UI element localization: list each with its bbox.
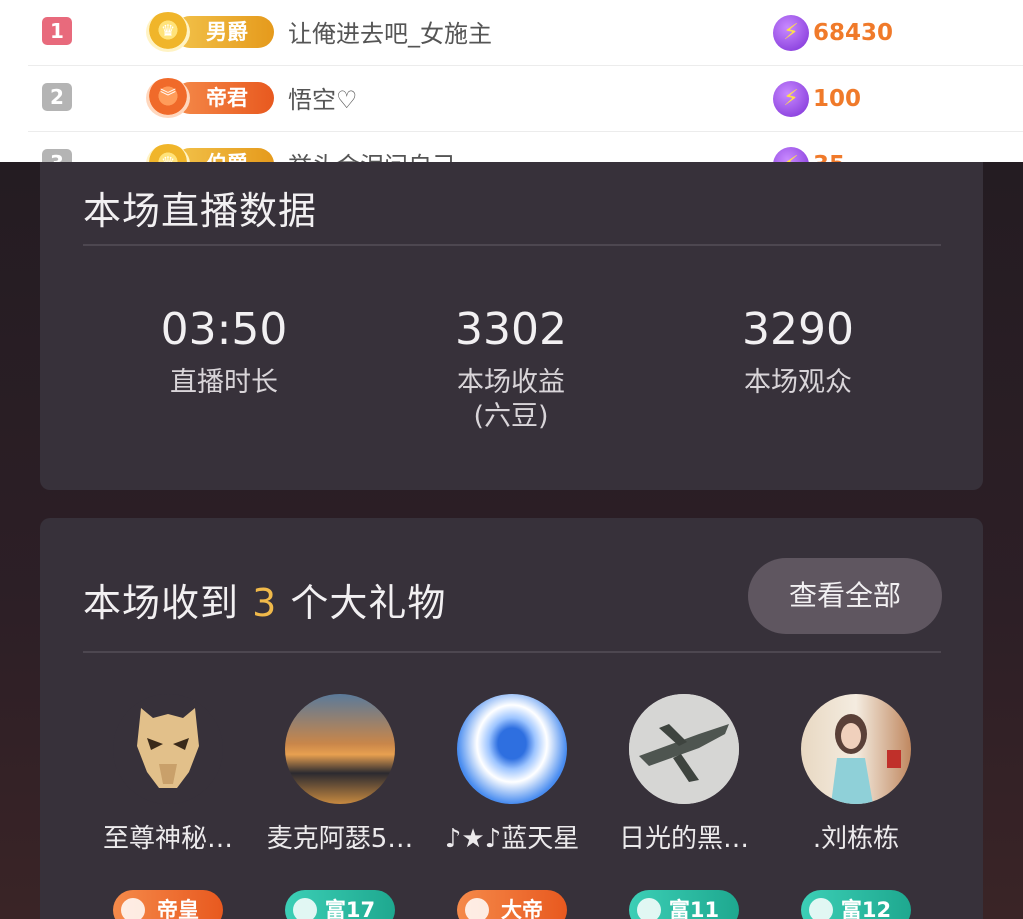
sunset-avatar [285, 694, 395, 804]
lightning-icon: ⚡ [773, 15, 809, 51]
user-name: 举头会泪问自己 [288, 146, 456, 162]
level-badge-label: 富12 [840, 898, 892, 919]
divider [83, 651, 941, 653]
rank-number: 3 [42, 149, 72, 162]
ranking-row[interactable]: 2 帝君 ︾ 悟空♡ ⚡ 100 [28, 66, 1023, 132]
gifts-title: 本场收到 3 个大礼物 [83, 572, 446, 627]
live-stats-card: 本场直播数据 03:50 直播时长 3302 本场收益 (六豆) 3290 本场… [40, 162, 983, 490]
view-all-button[interactable]: 查看全部 [748, 558, 942, 634]
ranking-list: 1 男爵 ♛ 让俺进去吧_女施主 ⚡ 68430 2 帝君 ︾ 悟空♡ ⚡ 10… [0, 0, 1023, 162]
noble-badge: 男爵 ♛ [146, 12, 274, 52]
gift-user[interactable]: .刘栋栋 [771, 694, 941, 855]
score: ⚡ 35 [773, 145, 845, 162]
level-badge: 富12 [801, 890, 911, 919]
stat-unit: (六豆) [473, 401, 549, 432]
stat-value: 03:50 [160, 304, 288, 355]
rank-number: 2 [42, 83, 72, 111]
score-value: 68430 [813, 20, 894, 46]
level-badge-label: 帝皇 [157, 898, 199, 919]
stat-income: 3302 本场收益 (六豆) [391, 302, 631, 434]
stat-label: 本场观众 [744, 367, 852, 398]
level-badge: 大帝 [457, 890, 567, 919]
gift-user[interactable]: ♪★♪蓝天星 [427, 694, 597, 855]
mask-avatar [113, 694, 223, 804]
gift-user-name: ♪★♪蓝天星 [444, 824, 580, 854]
gift-user-name: 至尊神秘… [102, 824, 233, 854]
rank-number: 1 [42, 17, 72, 45]
stat-value: 3302 [455, 304, 567, 355]
score: ⚡ 68430 [773, 13, 893, 53]
stat-label: 直播时长 [170, 367, 278, 398]
gift-user[interactable]: 至尊神秘… [83, 694, 253, 855]
chevron-emblem-icon: ︾ [146, 78, 190, 118]
blue-swirl-avatar [457, 694, 567, 804]
user-name: 让俺进去吧_女施主 [288, 20, 492, 48]
divider [83, 244, 941, 246]
ranking-row[interactable]: 3 伯爵 ♛ 举头会泪问自己 ⚡ 35 [28, 132, 1023, 162]
level-badge: 富11 [629, 890, 739, 919]
level-badge: 帝皇 [113, 890, 223, 919]
gift-count: 3 [252, 581, 278, 625]
lightning-icon: ⚡ [773, 147, 809, 162]
level-badge: 富17 [285, 890, 395, 919]
crown-emblem-icon: ♛ [146, 12, 190, 52]
girl-avatar [801, 694, 911, 804]
level-badge-label: 富17 [324, 898, 376, 919]
noble-badge: 帝君 ︾ [146, 78, 274, 118]
ranking-row[interactable]: 1 男爵 ♛ 让俺进去吧_女施主 ⚡ 68430 [28, 0, 1023, 66]
score-value: 100 [813, 86, 862, 112]
plane-avatar [629, 694, 739, 804]
lightning-icon: ⚡ [773, 81, 809, 117]
gift-user[interactable]: 麦克阿瑟5… [255, 694, 425, 855]
stat-value: 3290 [742, 304, 854, 355]
gift-user-name: 麦克阿瑟5… [266, 824, 414, 854]
gift-user[interactable]: 日光的黑… [599, 694, 769, 855]
user-name: 悟空♡ [288, 86, 358, 114]
gifts-title-prefix: 本场收到 [83, 581, 240, 625]
big-gifts-card: 本场收到 3 个大礼物 查看全部 至尊神秘… 麦克阿瑟5… ♪★♪蓝天星 日光的… [40, 518, 983, 919]
stat-duration: 03:50 直播时长 [104, 302, 344, 400]
crown-emblem-icon: ♛ [146, 144, 190, 162]
stats-title: 本场直播数据 [83, 189, 318, 233]
stat-viewers: 3290 本场观众 [678, 302, 918, 400]
gift-user-name: .刘栋栋 [812, 824, 900, 854]
level-badge-label: 大帝 [501, 898, 543, 919]
score: ⚡ 100 [773, 79, 861, 119]
gifts-title-suffix: 个大礼物 [290, 581, 447, 625]
score-value: 35 [813, 152, 845, 162]
level-badge-label: 富11 [668, 898, 720, 919]
stat-label: 本场收益 [457, 367, 565, 398]
noble-badge: 伯爵 ♛ [146, 144, 274, 162]
gift-user-name: 日光的黑… [618, 824, 749, 854]
